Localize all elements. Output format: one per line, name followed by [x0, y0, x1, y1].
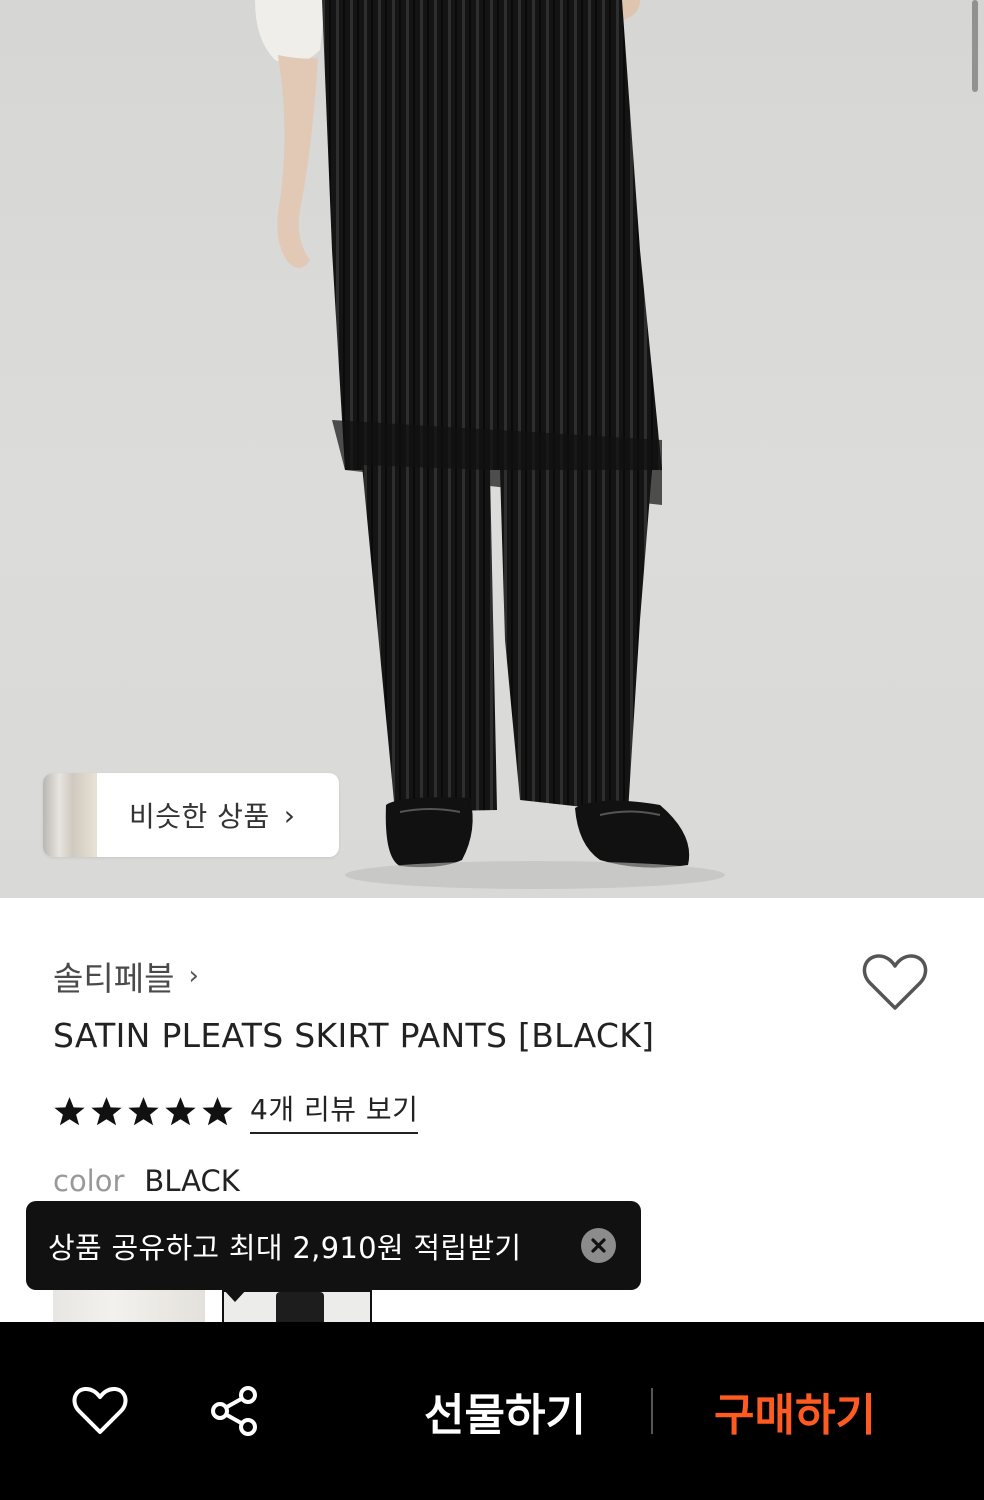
similar-products-thumbnail [43, 773, 97, 857]
star-icon [91, 1096, 122, 1125]
scrollbar[interactable] [972, 0, 978, 92]
color-value: BLACK [144, 1164, 240, 1198]
product-photo[interactable]: 비슷한 상품 › [0, 0, 984, 898]
star-icon [202, 1096, 233, 1125]
chevron-right-icon: › [283, 798, 295, 832]
bottom-action-bar: 선물하기 구매하기 [0, 1322, 984, 1500]
tooltip-text: 상품 공유하고 최대 2,910원 적립받기 [48, 1230, 522, 1265]
color-label: color [53, 1164, 125, 1198]
rating-stars [53, 1095, 234, 1128]
product-title: SATIN PLEATS SKIRT PANTS [BLACK] [53, 1016, 655, 1055]
divider [651, 1388, 653, 1434]
close-icon[interactable] [581, 1228, 616, 1263]
rating-row: 4개 리뷰 보기 [53, 1088, 419, 1134]
share-reward-tooltip: 상품 공유하고 최대 2,910원 적립받기 [26, 1201, 641, 1290]
product-detail-page: 비슷한 상품 › 솔티페블 › SATIN PLEATS SKIRT PANTS… [0, 0, 984, 1500]
star-icon [54, 1096, 85, 1125]
brand-name: 솔티페블 [53, 959, 175, 998]
share-icon[interactable] [208, 1384, 262, 1438]
tooltip-pointer [223, 1289, 247, 1302]
review-link[interactable]: 4개 리뷰 보기 [250, 1088, 419, 1134]
chevron-right-icon: › [188, 961, 199, 991]
similar-products-label: 비슷한 상품 [129, 800, 270, 833]
star-icon [128, 1096, 159, 1125]
gift-button[interactable]: 선물하기 [400, 1376, 610, 1446]
wishlist-heart-icon[interactable] [862, 952, 928, 1012]
buy-button[interactable]: 구매하기 [695, 1376, 895, 1446]
close-x-glyph [591, 1238, 606, 1253]
similar-products-button[interactable]: 비슷한 상품 › [43, 773, 339, 857]
star-icon [165, 1096, 196, 1125]
wishlist-heart-icon[interactable] [72, 1386, 128, 1436]
brand-link[interactable]: 솔티페블 › [53, 952, 199, 1000]
product-photo-illustration [255, 0, 725, 889]
color-row: color BLACK [53, 1164, 240, 1198]
